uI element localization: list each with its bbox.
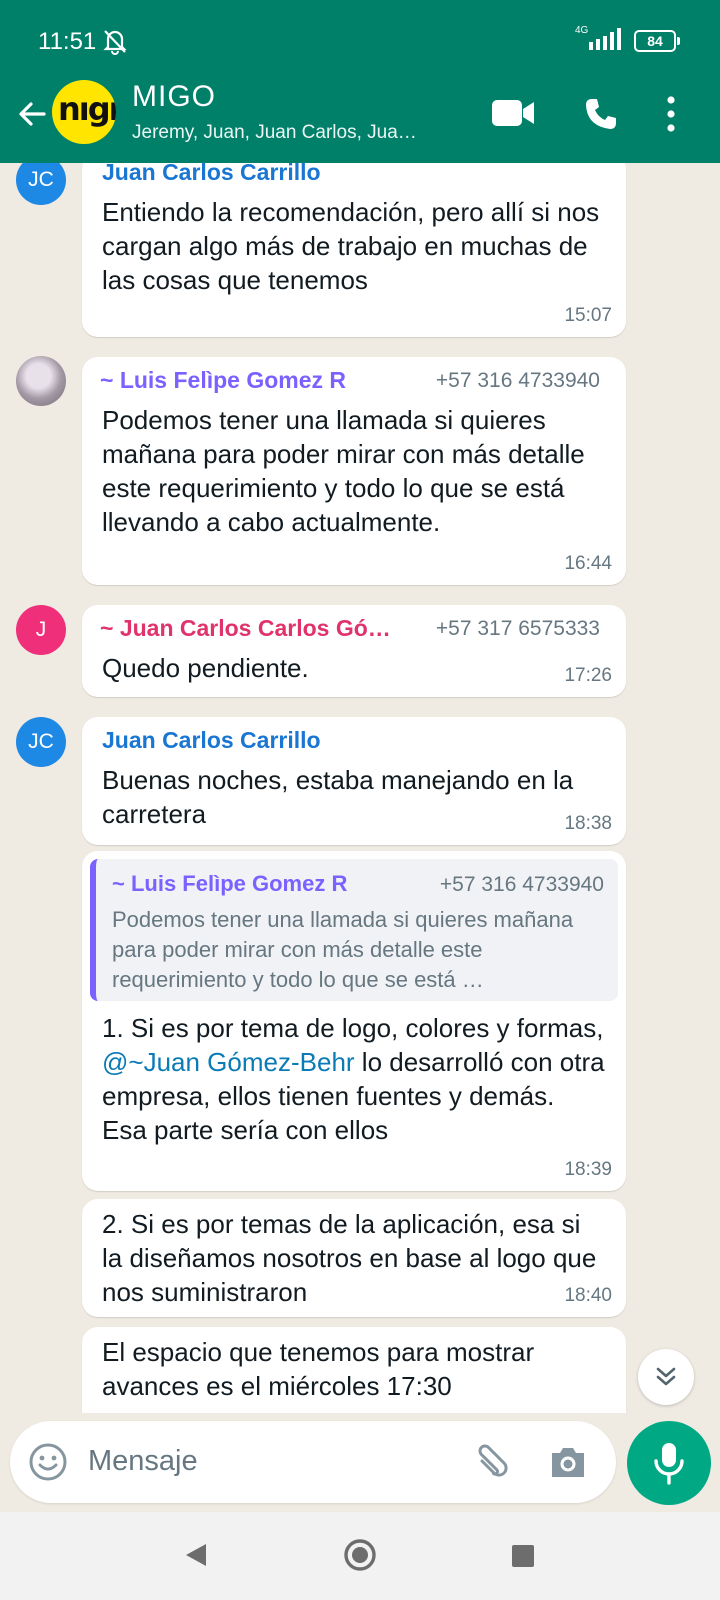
message-text: Podemos tener una llamada si quieres mañ… (102, 405, 585, 537)
message-time: 16:44 (564, 553, 612, 574)
message-sender[interactable]: ~ Juan Carlos Carlos Gó… (100, 615, 391, 642)
message-time: 17:26 (564, 665, 612, 686)
signal-icon (589, 28, 621, 50)
message-bubble[interactable]: El espacio que tenemos para mostrar avan… (82, 1327, 626, 1413)
emoji-icon[interactable] (28, 1442, 68, 1482)
message-time: 18:38 (564, 813, 612, 834)
nav-home-icon[interactable] (343, 1538, 377, 1572)
chevrons-down-icon (656, 1367, 676, 1386)
status-time: 11:51 (38, 28, 97, 55)
nav-recents-icon[interactable] (512, 1545, 534, 1567)
message-sender[interactable]: Juan Carlos Carrillo (102, 163, 321, 186)
scroll-to-bottom-button[interactable] (638, 1349, 694, 1405)
group-members[interactable]: Jeremy, Juan, Juan Carlos, Jua… (132, 122, 462, 144)
message-text: 2. Si es por temas de la aplicación, esa… (102, 1209, 597, 1307)
message-input[interactable]: Mensaje (88, 1445, 198, 1478)
phone-icon[interactable] (583, 96, 619, 132)
message-bubble[interactable]: Juan Carlos Carrillo Buenas noches, esta… (82, 717, 626, 845)
quoted-text: Podemos tener una llamada si quieres mañ… (112, 907, 574, 992)
mic-icon (654, 1443, 684, 1485)
more-vert-icon[interactable] (664, 94, 678, 134)
message-phone: +57 316 4733940 (435, 369, 600, 392)
group-avatar[interactable]: nıgı (52, 80, 116, 144)
message-text-part: 1. Si es por tema de logo, colores y for… (102, 1013, 604, 1043)
message-text: Entiendo la recomendación, pero allí si … (102, 197, 600, 295)
camera-icon[interactable] (548, 1443, 588, 1481)
video-call-icon[interactable] (490, 96, 536, 130)
voice-message-button[interactable] (627, 1421, 711, 1505)
back-arrow-icon[interactable] (14, 96, 50, 132)
message-phone: +57 317 6575333 (435, 617, 600, 640)
app-header: 11:51 4G 84 nıgı MIGO Jeremy, Juan, Juan… (0, 0, 720, 163)
attach-icon[interactable] (470, 1441, 512, 1483)
group-logo-text: nıgı (58, 90, 116, 128)
message-text: Buenas noches, estaba manejando en la ca… (102, 765, 574, 829)
message-text: 1. Si es por tema de logo, colores y for… (102, 1011, 606, 1147)
avatar[interactable]: JC (16, 163, 66, 205)
message-time: 18:39 (564, 1159, 612, 1180)
system-nav-bar (0, 1512, 720, 1600)
quoted-message[interactable]: ~ Luis Felìpe Gomez R +57 316 4733940 Po… (90, 859, 618, 1001)
status-bar: 11:51 4G 84 (0, 0, 720, 80)
chat-messages[interactable]: JC Juan Carlos Carrillo Entiendo la reco… (0, 163, 720, 1413)
avatar[interactable]: J (16, 605, 66, 655)
message-bubble[interactable]: ~ Luis Felìpe Gomez R +57 316 4733940 Po… (82, 851, 626, 1191)
mute-bell-icon (103, 30, 127, 55)
group-title[interactable]: MIGO (132, 80, 216, 114)
message-sender[interactable]: ~ Luis Felìpe Gomez R (100, 367, 346, 394)
message-bubble[interactable]: 2. Si es por temas de la aplicación, esa… (82, 1199, 626, 1317)
avatar[interactable]: JC (16, 717, 66, 767)
quoted-sender: ~ Luis Felìpe Gomez R (112, 871, 348, 896)
message-bubble[interactable]: ~ Juan Carlos Carlos Gó… +57 317 6575333… (82, 605, 626, 697)
quoted-phone: +57 316 4733940 (439, 873, 604, 896)
message-time: 18:40 (564, 1285, 612, 1306)
message-text: El espacio que tenemos para mostrar avan… (102, 1337, 535, 1401)
message-text: Quedo pendiente. (102, 653, 309, 683)
network-type: 4G (575, 25, 589, 36)
battery-icon: 84 (634, 30, 680, 52)
mention-link[interactable]: @~Juan Gómez-Behr (102, 1047, 355, 1077)
message-composer[interactable]: Mensaje (10, 1421, 616, 1503)
message-bubble[interactable]: Juan Carlos Carrillo Entiendo la recomen… (82, 163, 626, 337)
nav-back-icon[interactable] (184, 1542, 208, 1568)
message-bubble[interactable]: ~ Luis Felìpe Gomez R +57 316 4733940 Po… (82, 357, 626, 585)
message-sender[interactable]: Juan Carlos Carrillo (102, 727, 321, 754)
message-time: 15:07 (564, 305, 612, 326)
avatar[interactable] (16, 356, 66, 406)
